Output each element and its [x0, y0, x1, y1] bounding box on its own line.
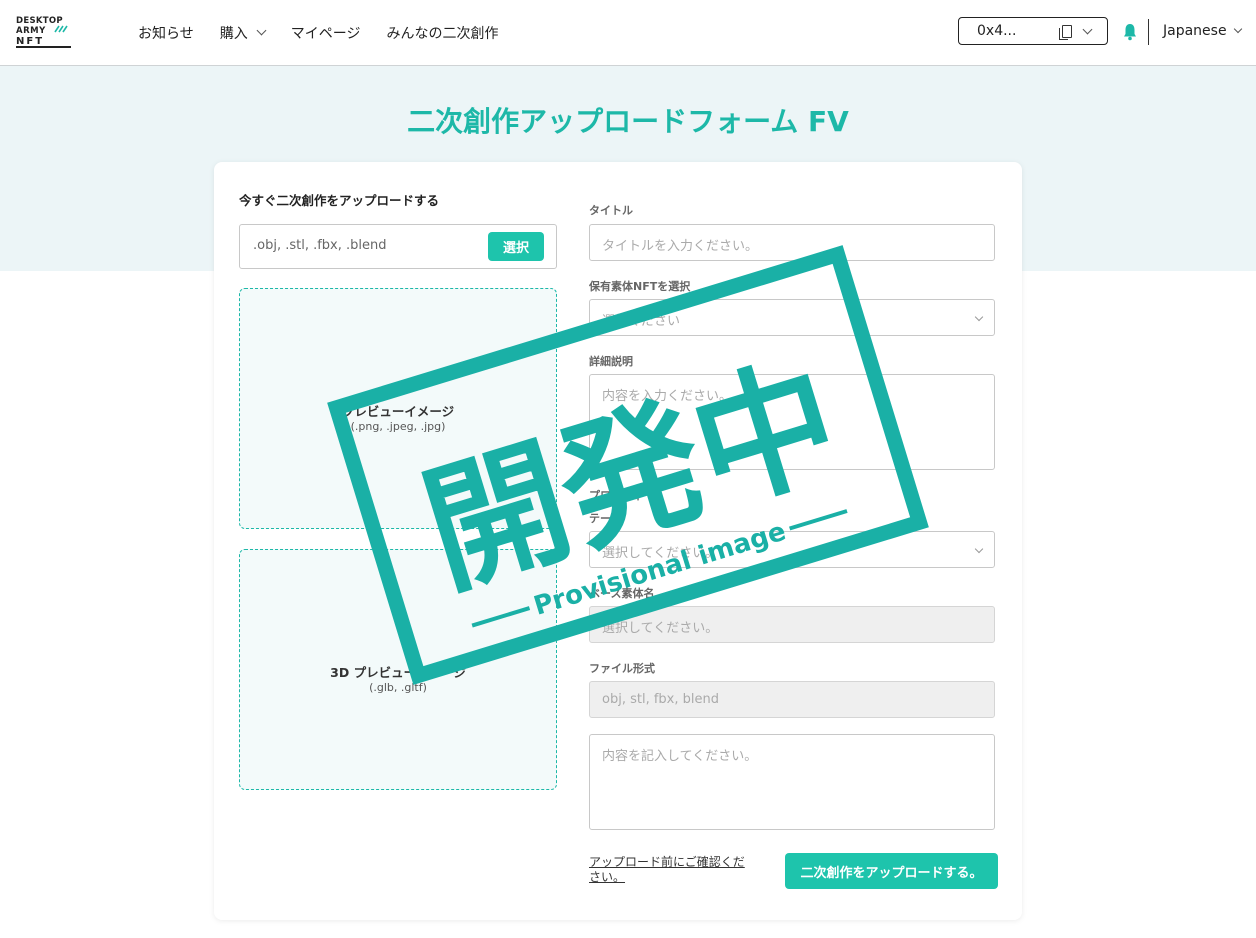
language-selector[interactable]: Japanese: [1163, 23, 1242, 39]
model-file-input[interactable]: .obj, .stl, .fbx, .blend 選択: [239, 224, 557, 269]
svg-text:DESKTOP: DESKTOP: [16, 16, 63, 26]
bell-icon[interactable]: [1123, 23, 1137, 41]
theme-label: テーマ: [589, 512, 622, 525]
nav-derivatives[interactable]: みんなの二次創作: [386, 23, 498, 43]
svg-text:NFT: NFT: [16, 36, 44, 47]
preview-image-label: プレビューイメージ: [341, 404, 455, 419]
upload-submit-button[interactable]: 二次創作をアップロードする。: [785, 853, 998, 889]
detail-textarea[interactable]: 内容を入力ください。: [589, 374, 995, 470]
theme-placeholder: 選択してください。: [602, 546, 719, 561]
wallet-address: 0x4...: [977, 23, 1017, 39]
chevron-down-icon: [974, 544, 984, 554]
select-file-button[interactable]: 選択: [488, 232, 544, 261]
nft-select[interactable]: 選択ください: [589, 299, 995, 336]
page-title: 二次創作アップロードフォーム FV: [407, 105, 849, 138]
preview-3d-dropzone[interactable]: 3D プレビューイメージ (.glb, .gltf): [239, 549, 557, 790]
base-body-placeholder: 選択してください。: [602, 621, 719, 636]
upload-heading: 今すぐ二次創作をアップロードする: [239, 193, 440, 208]
site-header: DESKTOP ARMY NFT お知らせ 購入 マイページ みんなの二次創作 …: [0, 0, 1256, 66]
preview-3d-formats: (.glb, .gltf): [369, 681, 427, 694]
base-body-label: ベース素体名: [589, 587, 655, 600]
preview-image-dropzone[interactable]: プレビューイメージ (.png, .jpeg, .jpg): [239, 288, 557, 529]
title-input[interactable]: タイトルを入力ください。: [589, 224, 995, 261]
file-format-field: obj, stl, fbx, blend: [589, 681, 995, 718]
chevron-down-icon: [974, 312, 984, 322]
wallet-dropdown[interactable]: 0x4...: [958, 17, 1108, 45]
nav-news-label: お知らせ: [138, 25, 194, 42]
note-placeholder: 内容を記入してください。: [602, 749, 758, 764]
nav-purchase-label: 購入: [219, 25, 248, 42]
header-divider: [1148, 19, 1149, 45]
detail-label: 詳細説明: [589, 355, 633, 368]
base-body-field: 選択してください。: [589, 606, 995, 643]
chevron-down-icon: [256, 25, 267, 36]
nav-mypage[interactable]: マイページ: [291, 23, 361, 43]
nav-purchase[interactable]: 購入: [219, 23, 267, 43]
copy-icon[interactable]: [1059, 24, 1072, 40]
nav-mypage-label: マイページ: [290, 25, 361, 42]
main-nav: お知らせ 購入 マイページ みんなの二次創作: [138, 0, 524, 65]
svg-text:ARMY: ARMY: [16, 26, 46, 36]
file-format-value: obj, stl, fbx, blend: [602, 692, 719, 707]
detail-placeholder: 内容を入力ください。: [602, 389, 733, 404]
nav-news[interactable]: お知らせ: [138, 23, 194, 43]
nft-select-label: 保有素体NFTを選択: [589, 280, 691, 293]
theme-select[interactable]: 選択してください。: [589, 531, 995, 568]
title-placeholder: タイトルを入力ください。: [602, 239, 759, 254]
confirm-before-upload-link[interactable]: アップロード前にご確認ください。: [589, 855, 751, 885]
nav-derivatives-label: みんなの二次創作: [386, 25, 499, 42]
nft-select-placeholder: 選択ください: [602, 314, 681, 329]
preview-3d-label: 3D プレビューイメージ: [330, 665, 466, 680]
chevron-down-icon: [1082, 24, 1093, 34]
file-format-label: ファイル形式: [589, 662, 655, 675]
desktop-army-logo[interactable]: DESKTOP ARMY NFT: [15, 14, 75, 50]
language-label: Japanese: [1163, 23, 1227, 39]
note-textarea[interactable]: 内容を記入してください。: [589, 734, 995, 830]
title-label: タイトル: [589, 204, 633, 217]
chevron-down-icon: [1233, 24, 1242, 34]
preview-image-formats: (.png, .jpeg, .jpg): [350, 420, 446, 433]
file-input-placeholder: .obj, .stl, .fbx, .blend: [253, 238, 387, 253]
property-label: プロパティ: [589, 489, 644, 502]
